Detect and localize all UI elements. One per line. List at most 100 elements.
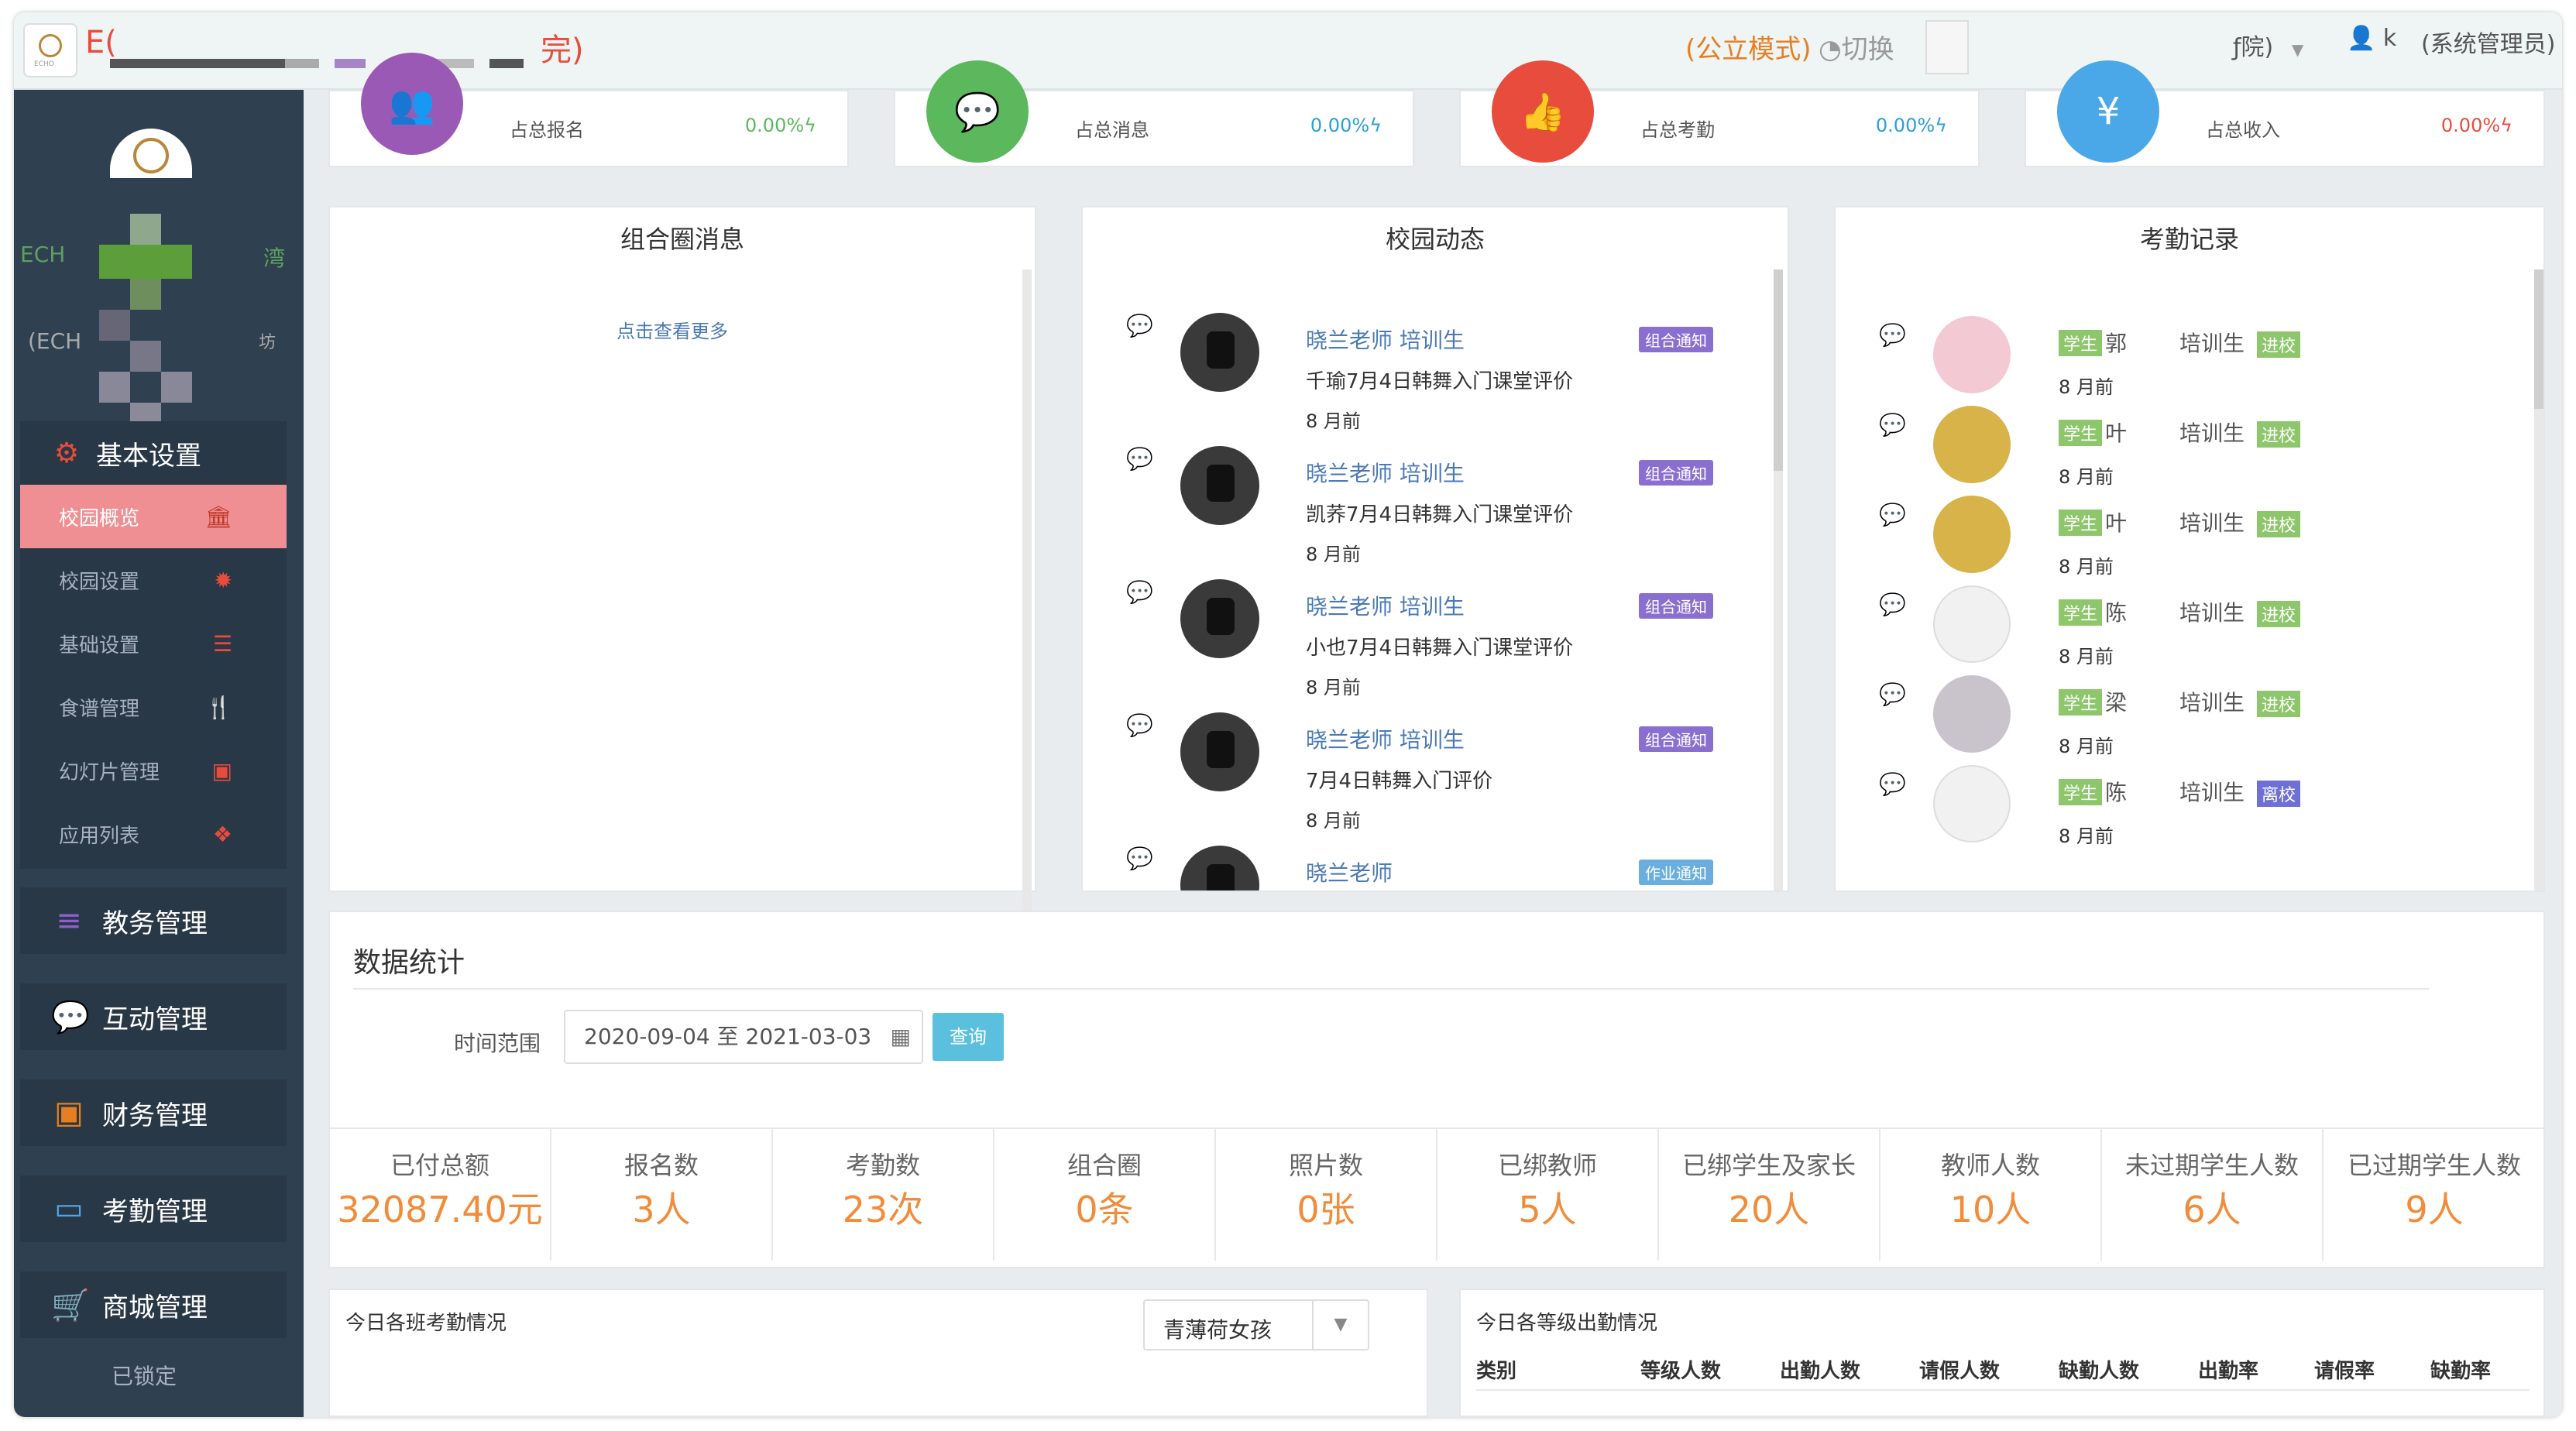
student-type: 培训生 [2179, 510, 2245, 536]
kpi-active-students: 未过期学生人数 6人 [2102, 1129, 2324, 1261]
sidebar-item-recipe[interactable]: 食谱管理 🍴 [20, 675, 287, 739]
sidebar-item-label: 校园概览 [59, 506, 140, 530]
stat-label: 占总消息 [1075, 119, 1149, 141]
feed-author[interactable]: 晓兰老师 培训生 [1306, 723, 1465, 754]
view-more-link[interactable]: 点击查看更多 [617, 316, 728, 343]
student-name: 叶 [2105, 420, 2128, 446]
feed-time: 8 月前 [1306, 544, 1361, 565]
list-item[interactable]: 💬 晓兰老师 培训生 组合通知 凯荞7月4日韩舞入门课堂评价 8 月前 [1126, 446, 1730, 579]
logo[interactable]: ECHO [23, 23, 77, 77]
sidebar-item-basic-settings[interactable]: 基础设置 ☰ [20, 612, 287, 675]
kpi-attendance: 考勤数 23次 [773, 1129, 994, 1261]
school-logo-thumbnail[interactable] [1925, 20, 1969, 74]
list-item[interactable]: 💬 晓兰老师 培训生 组合通知 千瑜7月4日韩舞入门课堂评价 8 月前 [1126, 313, 1730, 446]
user-name: k [2382, 25, 2397, 52]
avatar [1180, 846, 1259, 891]
table-header-cell: 出勤率 [2198, 1360, 2259, 1383]
bank-icon: 🏛 [204, 503, 232, 530]
school-name-line1-right: 湾 [263, 245, 286, 271]
attendance-records-panel: 考勤记录 💬 学生 郭 培训生 进校 8 月前 💬 学生 叶 培训生 进校 8 … [1834, 206, 2545, 892]
list-item[interactable]: 💬 学生 郭 培训生 进校 8 月前 [1879, 316, 2514, 412]
feed-author[interactable]: 晓兰老师 培训生 [1306, 324, 1465, 355]
chat-icon: 💬 [1879, 502, 1906, 527]
student-type: 培训生 [2179, 690, 2245, 716]
list-item[interactable]: 💬 晓兰老师 作业通知 [1126, 846, 1730, 891]
list-item[interactable]: 💬 学生 陈 培训生 进校 8 月前 [1879, 585, 2514, 681]
chat-icon: 💬 [1126, 313, 1153, 338]
stat-percent: 0.00%ϟ [2440, 115, 2512, 136]
school-name-line2-right: 坊 [259, 333, 276, 352]
date-range-value: 2020-09-04 至 2021-03-03 [584, 1024, 872, 1049]
nav-interaction[interactable]: 💬 互动管理 [20, 983, 287, 1050]
list-item[interactable]: 💬 学生 梁 培训生 进校 8 月前 [1879, 675, 2514, 771]
feed-author[interactable]: 晓兰老师 培训生 [1306, 457, 1465, 488]
kpi-photos: 照片数 0张 [1216, 1129, 1437, 1261]
feed-author[interactable]: 晓兰老师 培训生 [1306, 590, 1465, 621]
nav-finance[interactable]: ▣ 财务管理 [20, 1079, 287, 1146]
feed-text: 凯荞7月4日韩舞入门课堂评价 [1306, 503, 1574, 527]
role-badge: 学生 [2059, 420, 2103, 446]
student-type: 培训生 [2179, 780, 2245, 805]
user-icon: 👤 [2347, 25, 2376, 52]
role-badge: 学生 [2059, 689, 2103, 716]
scrollbar[interactable] [2534, 269, 2543, 891]
feed-tag: 作业通知 [1639, 860, 1713, 885]
list-item[interactable]: 💬 学生 叶 培训生 进校 8 月前 [1879, 496, 2514, 592]
money-icon: ▣ [54, 1095, 84, 1131]
user-menu[interactable]: 👤 k [2347, 25, 2396, 52]
student-name: 陈 [2105, 780, 2128, 805]
stat-card-message: 💬 占总消息 0.00%ϟ [894, 60, 1414, 167]
nav-label: 教务管理 [102, 908, 208, 939]
list-item[interactable]: 💬 晓兰老师 培训生 组合通知 小也7月4日韩舞入门课堂评价 8 月前 [1126, 579, 1730, 712]
feed-time: 8 月前 [1306, 410, 1361, 432]
wechat-icon: 💬 [926, 60, 1029, 163]
panel-title: 组合圈消息 [620, 225, 744, 254]
scrollbar-thumb[interactable] [2534, 269, 2543, 409]
table-header-cell: 等级人数 [1640, 1360, 1722, 1383]
school-name: ƒ院) [2233, 34, 2274, 61]
nav-mall[interactable]: 🛒 商城管理 [20, 1271, 287, 1338]
basic-settings-header[interactable]: ⚙ 基本设置 [20, 421, 287, 485]
kpi-paid-total: 已付总额 32087.40元 [330, 1129, 551, 1261]
table-header-cell: 请假人数 [1919, 1360, 2001, 1383]
sidebar-item-label: 幻灯片管理 [59, 760, 160, 784]
student-name: 郭 [2105, 331, 2128, 356]
class-select[interactable]: 青薄荷女孩 ▼ [1143, 1299, 1369, 1350]
list-item[interactable]: 💬 学生 陈 培训生 离校 8 月前 [1879, 765, 2514, 861]
nav-academic[interactable]: ≡ 教务管理 [20, 887, 287, 954]
nav-attendance[interactable]: ▭ 考勤管理 [20, 1175, 287, 1242]
avatar [1180, 313, 1259, 392]
wechat-icon: 💬 [51, 999, 90, 1035]
sidebar-item-campus-settings[interactable]: 校园设置 ✹ [20, 548, 287, 612]
sidebar-item-slides[interactable]: 幻灯片管理 ▣ [20, 739, 287, 802]
record-time: 8 月前 [2059, 825, 2114, 847]
list-item[interactable]: 💬 晓兰老师 培训生 组合通知 7月4日韩舞入门评价 8 月前 [1126, 712, 1730, 846]
stat-percent: 0.00%ϟ [1875, 115, 1947, 136]
switch-button[interactable]: ◔切换 [1819, 28, 1894, 66]
scrollbar[interactable] [1774, 269, 1783, 891]
list-item[interactable]: 💬 学生 叶 培训生 进校 8 月前 [1879, 406, 2514, 502]
logo-ring-icon [39, 34, 62, 57]
scrollbar[interactable] [1022, 269, 1032, 920]
sidebar-logo[interactable] [110, 129, 192, 198]
app-window: ECHO E( 完) (公立模式) ◔切换 ƒ院) ▼ 👤 k (系统管理员) [14, 12, 2562, 1417]
feed-author[interactable]: 晓兰老师 [1306, 856, 1393, 887]
gear-icon: ⚙ [53, 437, 80, 469]
sidebar-item-apps[interactable]: 应用列表 ❖ [20, 802, 287, 866]
scrollbar-thumb[interactable] [1774, 269, 1783, 471]
sidebar-item-label: 应用列表 [59, 824, 140, 848]
stat-card-income: ¥ 占总收入 0.00%ϟ [2025, 60, 2545, 167]
list-icon: ☰ [212, 630, 232, 657]
chat-icon: 💬 [1879, 592, 1906, 617]
feed-time: 8 月前 [1306, 677, 1361, 698]
stat-card-attendance: 👍 占总考勤 0.00%ϟ [1459, 60, 1980, 167]
database-icon: ≡ [56, 903, 82, 939]
users-icon: 👥 [361, 53, 463, 155]
cutlery-icon: 🍴 [205, 694, 232, 720]
avatar [1933, 316, 2011, 393]
query-button[interactable]: 查询 [933, 1013, 1004, 1061]
date-range-input[interactable]: 2020-09-04 至 2021-03-03 ▦ [564, 1010, 923, 1064]
sidebar-item-campus-overview[interactable]: 校园概览 🏛 [20, 485, 287, 548]
switch-icon: ◔ [1819, 34, 1842, 65]
school-selector[interactable]: ƒ院) ▼ [2233, 28, 2303, 62]
